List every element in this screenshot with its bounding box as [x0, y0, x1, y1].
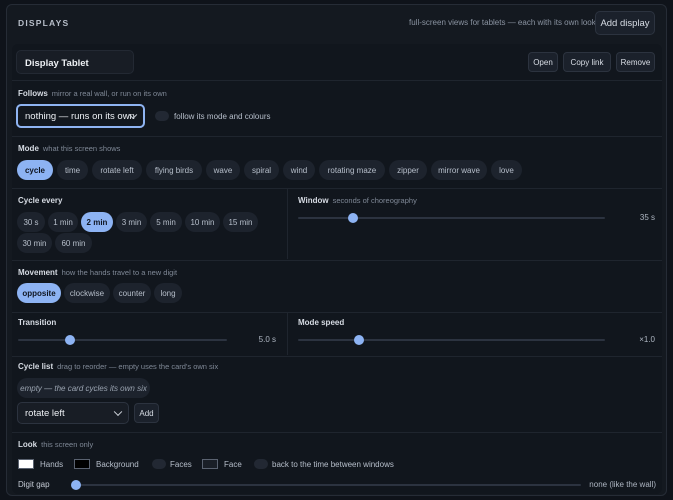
mode-chip-love[interactable]: love	[491, 160, 522, 180]
panel-title: DISPLAYS	[18, 18, 70, 28]
cycle-chip-3min[interactable]: 3 min	[116, 212, 147, 232]
column-divider-2	[287, 313, 288, 355]
back-to-time-label: back to the time between windows	[272, 460, 394, 469]
chevron-down-icon	[113, 407, 123, 417]
mode-chip-time[interactable]: time	[57, 160, 88, 180]
movement-chip-counter[interactable]: counter	[113, 283, 151, 303]
add-display-button[interactable]: Add display	[595, 11, 655, 35]
follows-hint: mirror a real wall, or run on its own	[51, 89, 167, 98]
mode-chip-wind[interactable]: wind	[283, 160, 315, 180]
cycle-chip-5min[interactable]: 5 min	[150, 212, 182, 232]
cycle-chip-2min[interactable]: 2 min	[81, 212, 113, 232]
cycle-list-select[interactable]: rotate left	[17, 402, 129, 424]
cycle-chip-30min[interactable]: 30 min	[17, 233, 52, 253]
movement-label: Movement how the hands travel to a new di…	[18, 268, 177, 277]
cycle-chip-15min[interactable]: 15 min	[223, 212, 258, 232]
window-hint: seconds of choreography	[332, 196, 417, 205]
mode-label-text: Mode	[18, 144, 39, 153]
cycle-list-select-value: rotate left	[25, 407, 65, 419]
digit-gap-label: Digit gap	[18, 480, 50, 489]
follow-mode-label: follow its mode and colours	[174, 112, 271, 121]
cycle-chip-30s[interactable]: 30 s	[17, 212, 45, 232]
back-to-time-toggle[interactable]	[254, 459, 268, 469]
cycle-chip-1min[interactable]: 1 min	[48, 212, 78, 232]
cycle-list-empty: empty — the card cycles its own six	[17, 378, 150, 398]
look-label-text: Look	[18, 440, 38, 449]
copy-link-button[interactable]: Copy link	[563, 52, 611, 72]
follows-label: Follows mirror a real wall, or run on its…	[18, 89, 167, 98]
mode-speed-label: Mode speed	[298, 318, 345, 327]
open-button[interactable]: Open	[528, 52, 558, 72]
transition-label: Transition	[18, 318, 57, 327]
window-label: Window seconds of choreography	[298, 196, 417, 205]
remove-button[interactable]: Remove	[616, 52, 655, 72]
mode-label: Mode what this screen shows	[18, 144, 120, 153]
mode-chip-flying-birds[interactable]: flying birds	[146, 160, 202, 180]
window-slider-track[interactable]	[298, 217, 605, 219]
movement-chip-opposite[interactable]: opposite	[17, 283, 61, 303]
transition-slider-track[interactable]	[18, 339, 227, 341]
look-hint: this screen only	[41, 440, 94, 449]
cycle-every-label: Cycle every	[18, 196, 63, 205]
digit-gap-value: none (like the wall)	[589, 480, 656, 489]
cycle-list-add-button[interactable]: Add	[134, 403, 159, 423]
faces-label: Faces	[170, 460, 192, 469]
mode-chip-rotate-left[interactable]: rotate left	[92, 160, 142, 180]
faces-toggle[interactable]	[152, 459, 166, 469]
face-color-swatch[interactable]	[202, 459, 218, 469]
mode-chip-zipper[interactable]: zipper	[389, 160, 427, 180]
follows-label-text: Follows	[18, 89, 48, 98]
hands-color-swatch[interactable]	[18, 459, 34, 469]
panel-hint: full-screen views for tablets — each wit…	[409, 18, 596, 27]
mode-speed-slider-track[interactable]	[298, 339, 605, 341]
digit-gap-slider-thumb[interactable]	[71, 480, 81, 490]
transition-value: 5.0 s	[258, 335, 276, 344]
cycle-list-hint: drag to reorder — empty uses the card's …	[57, 362, 219, 371]
background-label: Background	[96, 460, 139, 469]
background-color-swatch[interactable]	[74, 459, 90, 469]
follows-select[interactable]: nothing — runs on its own	[16, 104, 145, 128]
mode-chip-spiral[interactable]: spiral	[244, 160, 279, 180]
movement-chip-long[interactable]: long	[154, 283, 182, 303]
cycle-list-label-text: Cycle list	[18, 362, 54, 371]
follows-select-value: nothing — runs on its own	[25, 110, 135, 122]
mode-chip-mirror-wave[interactable]: mirror wave	[431, 160, 487, 180]
cycle-chip-60min[interactable]: 60 min	[55, 233, 92, 253]
window-label-text: Window	[298, 196, 329, 205]
mode-chip-wave[interactable]: wave	[206, 160, 240, 180]
cycle-list-label: Cycle list drag to reorder — empty uses t…	[18, 362, 218, 371]
movement-hint: how the hands travel to a new digit	[61, 268, 178, 277]
window-value: 35 s	[639, 213, 655, 222]
face-label: Face	[224, 460, 242, 469]
mode-chip-cycle[interactable]: cycle	[17, 160, 53, 180]
digit-gap-slider-track[interactable]	[76, 484, 581, 486]
cycle-chip-10min[interactable]: 10 min	[185, 212, 220, 232]
mode-hint: what this screen shows	[42, 144, 121, 153]
mode-chip-rotating-maze[interactable]: rotating maze	[319, 160, 385, 180]
column-divider	[287, 189, 288, 259]
hands-label: Hands	[40, 460, 64, 469]
display-name-field[interactable]: Display Tablet	[16, 50, 134, 74]
movement-label-text: Movement	[18, 268, 58, 277]
follow-mode-toggle[interactable]	[155, 111, 169, 121]
movement-chip-clockwise[interactable]: clockwise	[64, 283, 110, 303]
look-label: Look this screen only	[18, 440, 93, 449]
mode-speed-value: ×1.0	[639, 335, 655, 344]
